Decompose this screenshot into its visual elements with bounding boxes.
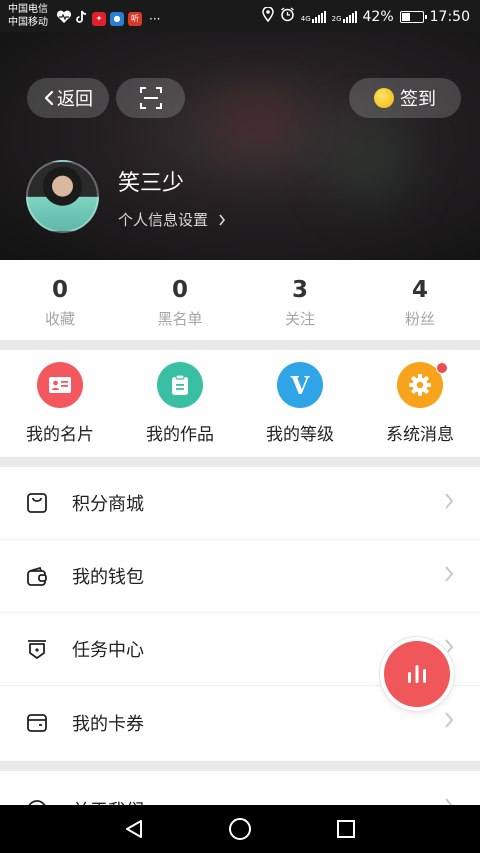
- carrier-info: 中国电信 中国移动: [8, 3, 48, 29]
- nav-back-button[interactable]: [118, 813, 150, 845]
- circle-home-icon: [228, 817, 252, 841]
- notification-icons: ✦ ● 听 ···: [56, 9, 160, 28]
- carrier-2: 中国移动: [8, 17, 48, 28]
- menu-item-wallet[interactable]: 我的钱包: [0, 540, 480, 613]
- action-my-works[interactable]: 我的作品: [120, 350, 240, 457]
- stat-following[interactable]: 3 关注: [240, 260, 360, 340]
- alarm-icon: [280, 7, 295, 26]
- stat-value: 4: [411, 277, 428, 303]
- section-divider: [0, 340, 480, 350]
- signal-bars-icon: [342, 10, 357, 23]
- action-label: 我的等级: [266, 425, 334, 445]
- back-button[interactable]: 返回: [27, 78, 109, 118]
- stat-value: 3: [291, 277, 308, 303]
- stat-label: 黑名单: [157, 310, 203, 328]
- chevron-right-icon: [218, 213, 226, 227]
- app-drop-icon: ●: [110, 11, 124, 26]
- stat-favorites[interactable]: 0 收藏: [0, 260, 120, 340]
- action-label: 我的名片: [26, 425, 94, 445]
- signal-2-label: 2G: [331, 14, 342, 23]
- shopping-bag-icon: [26, 492, 48, 514]
- audio-bars-icon: [404, 661, 430, 687]
- stat-value: 0: [51, 277, 68, 303]
- checkin-button[interactable]: 签到: [349, 78, 461, 118]
- chevron-right-icon: [444, 492, 454, 515]
- action-system-messages[interactable]: 系统消息: [360, 350, 480, 457]
- task-icon: [26, 638, 48, 660]
- stat-value: 0: [171, 277, 188, 303]
- signal-1-indicator: 4G: [300, 10, 326, 23]
- battery-icon: [399, 10, 427, 23]
- signal-2-indicator: 2G: [331, 10, 357, 23]
- health-icon: [56, 9, 72, 28]
- quick-actions: 我的名片 我的作品 V 我的等级 系统消息: [0, 350, 480, 457]
- square-recents-icon: [335, 818, 357, 840]
- scan-button[interactable]: [116, 78, 185, 118]
- avatar[interactable]: [26, 160, 99, 233]
- nav-home-button[interactable]: [224, 813, 256, 845]
- scan-icon: [139, 87, 162, 109]
- stats-row: 0 收藏 0 黑名单 3 关注 4 粉丝: [0, 260, 480, 340]
- signal-1-label: 4G: [300, 14, 311, 23]
- battery-percent: 42%: [362, 8, 394, 25]
- nav-recents-button[interactable]: [330, 813, 362, 845]
- profile-settings-link[interactable]: 个人信息设置: [118, 209, 226, 230]
- notification-badge: [436, 362, 448, 374]
- battery-fill: [401, 12, 410, 21]
- coin-icon: [374, 88, 394, 108]
- chevron-right-icon: [444, 565, 454, 588]
- system-nav-bar: [0, 805, 480, 853]
- stat-label: 粉丝: [404, 310, 435, 328]
- action-business-card[interactable]: 我的名片: [0, 350, 120, 457]
- carrier-1: 中国电信: [8, 4, 48, 15]
- section-divider: [0, 457, 480, 467]
- action-my-level[interactable]: V 我的等级: [240, 350, 360, 457]
- chevron-left-icon: [43, 89, 55, 107]
- audio-floating-button[interactable]: [384, 641, 450, 707]
- action-label: 我的作品: [146, 425, 214, 445]
- stat-followers[interactable]: 4 粉丝: [360, 260, 480, 340]
- status-right: 4G 2G 42% 17:50: [261, 6, 470, 26]
- clock: 17:50: [429, 8, 470, 25]
- app-listen-icon: 听: [128, 11, 142, 26]
- stat-label: 关注: [284, 310, 315, 328]
- menu-label: 积分商城: [72, 494, 144, 515]
- menu-item-points-mall[interactable]: 积分商城: [0, 467, 480, 540]
- back-label: 返回: [57, 89, 93, 110]
- signal-bars-icon: [311, 10, 326, 23]
- card-coupon-icon: [26, 712, 48, 734]
- business-card-icon: [37, 362, 83, 408]
- menu-list: 积分商城 我的钱包 任务中心 我的卡券: [0, 467, 480, 759]
- v-glyph: V: [290, 370, 310, 400]
- v-level-icon: V: [277, 362, 323, 408]
- menu-label: 我的卡券: [72, 713, 144, 735]
- menu-label: 我的钱包: [72, 567, 144, 588]
- stat-label: 收藏: [44, 310, 75, 328]
- chevron-right-icon: [444, 711, 454, 734]
- clipboard-icon: [157, 362, 203, 408]
- section-divider: [0, 761, 480, 771]
- profile-header: 返回 签到 笑三少 个人信息设置: [0, 32, 480, 260]
- background-blur: [210, 92, 300, 152]
- background-blur: [330, 122, 410, 202]
- tiktok-icon: [76, 9, 88, 28]
- more-notifications-icon: ···: [149, 11, 161, 26]
- action-label: 系统消息: [386, 425, 454, 445]
- stat-blacklist[interactable]: 0 黑名单: [120, 260, 240, 340]
- menu-label: 任务中心: [72, 640, 144, 661]
- app-red-icon: ✦: [92, 11, 106, 26]
- wallet-icon: [26, 565, 48, 587]
- triangle-back-icon: [123, 818, 145, 840]
- username: 笑三少: [118, 171, 185, 196]
- profile-settings-label: 个人信息设置: [118, 211, 209, 229]
- location-icon: [261, 6, 274, 26]
- checkin-label: 签到: [400, 89, 436, 110]
- status-bar: 中国电信 中国移动 ✦ ● 听 ··· 4G 2G 42% 17:50: [0, 0, 480, 32]
